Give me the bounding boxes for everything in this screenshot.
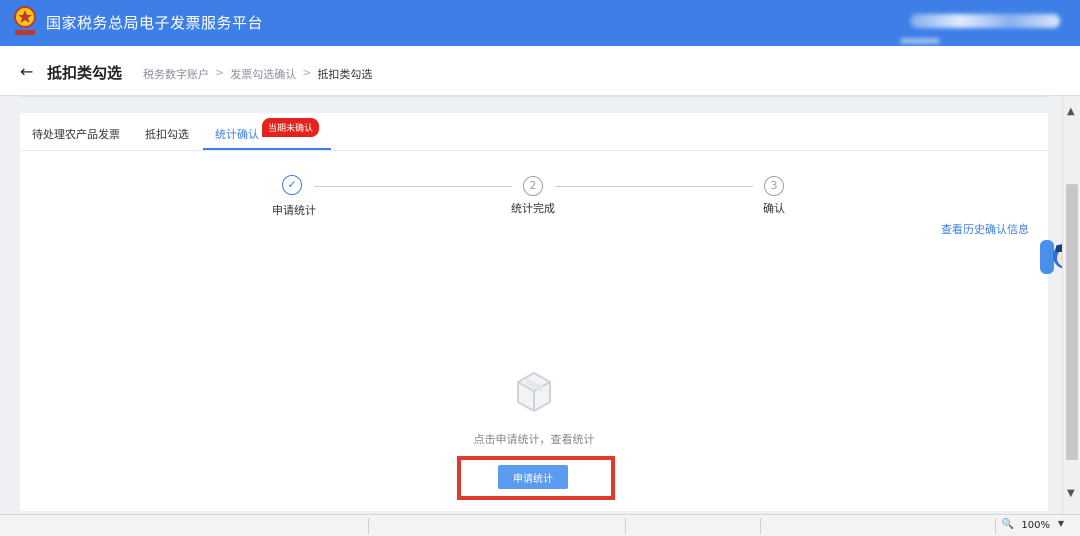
step-2-marker: 2 — [523, 176, 543, 196]
apply-statistics-button[interactable]: 申请统计 — [498, 465, 568, 489]
step-1-label: 申请统计 — [272, 204, 316, 217]
scroll-down-arrow-icon[interactable]: ▼ — [1067, 488, 1075, 499]
step-3-label: 确认 — [763, 202, 785, 215]
divider — [20, 95, 1048, 97]
tab-agri-invoices[interactable]: 待处理农产品发票 — [32, 126, 120, 142]
status-divider — [760, 518, 761, 534]
step-1-check-icon: ✓ — [282, 175, 302, 195]
breadcrumb-separator: > — [215, 66, 225, 79]
tab-stat-confirm[interactable]: 统计确认 — [215, 126, 259, 142]
step-connector — [555, 186, 753, 187]
empty-box-icon — [517, 371, 551, 413]
back-arrow-icon[interactable]: ← — [20, 62, 33, 81]
tax-emblem-icon — [14, 6, 36, 35]
tab-bar: 待处理农产品发票 抵扣勾选 统计确认 当期未确认 — [20, 113, 1048, 151]
step-connector — [314, 186, 512, 187]
vertical-scrollbar[interactable]: ▲ ▼ — [1062, 96, 1080, 514]
active-tab-indicator — [203, 148, 331, 150]
breadcrumb-item-current: 抵扣类勾选 — [317, 68, 373, 81]
breadcrumb: 税务数字账户 > 发票勾选确认 > 抵扣类勾选 — [143, 66, 372, 82]
status-divider — [368, 518, 369, 534]
scroll-thumb[interactable] — [1066, 184, 1078, 460]
zoom-level[interactable]: 100% — [1021, 520, 1050, 531]
main-panel: 待处理农产品发票 抵扣勾选 统计确认 当期未确认 ✓ 2 3 申请统计 统计完成… — [20, 113, 1048, 511]
scroll-up-arrow-icon[interactable]: ▲ — [1067, 106, 1075, 117]
step-2-label: 统计完成 — [511, 202, 555, 215]
breadcrumb-item-confirm[interactable]: 发票勾选确认 — [230, 66, 296, 82]
top-header: 国家税务总局电子发票服务平台 — [0, 0, 1080, 46]
unconfirmed-badge: 当期未确认 — [262, 118, 320, 137]
page-header: ← 抵扣类勾选 税务数字账户 > 发票勾选确认 > 抵扣类勾选 — [0, 46, 1080, 96]
status-divider — [995, 518, 996, 534]
user-info-redacted[interactable] — [910, 14, 1060, 28]
empty-state-text: 点击申请统计，查看统计 — [473, 433, 595, 446]
page-title: 抵扣类勾选 — [47, 64, 123, 82]
history-confirm-link[interactable]: 查看历史确认信息 — [941, 221, 1029, 237]
breadcrumb-separator: > — [302, 66, 312, 79]
status-divider — [625, 518, 626, 534]
status-bar: 🔍 100% ▼ — [0, 514, 1080, 536]
user-info-redacted-extra — [900, 38, 940, 44]
tab-deduction-select[interactable]: 抵扣勾选 — [145, 126, 189, 142]
step-3-marker: 3 — [764, 176, 784, 196]
zoom-icon[interactable]: 🔍 — [1002, 519, 1014, 530]
app-title: 国家税务总局电子发票服务平台 — [46, 14, 264, 32]
breadcrumb-item-account[interactable]: 税务数字账户 — [143, 66, 209, 82]
zoom-dropdown-icon[interactable]: ▼ — [1058, 519, 1064, 528]
